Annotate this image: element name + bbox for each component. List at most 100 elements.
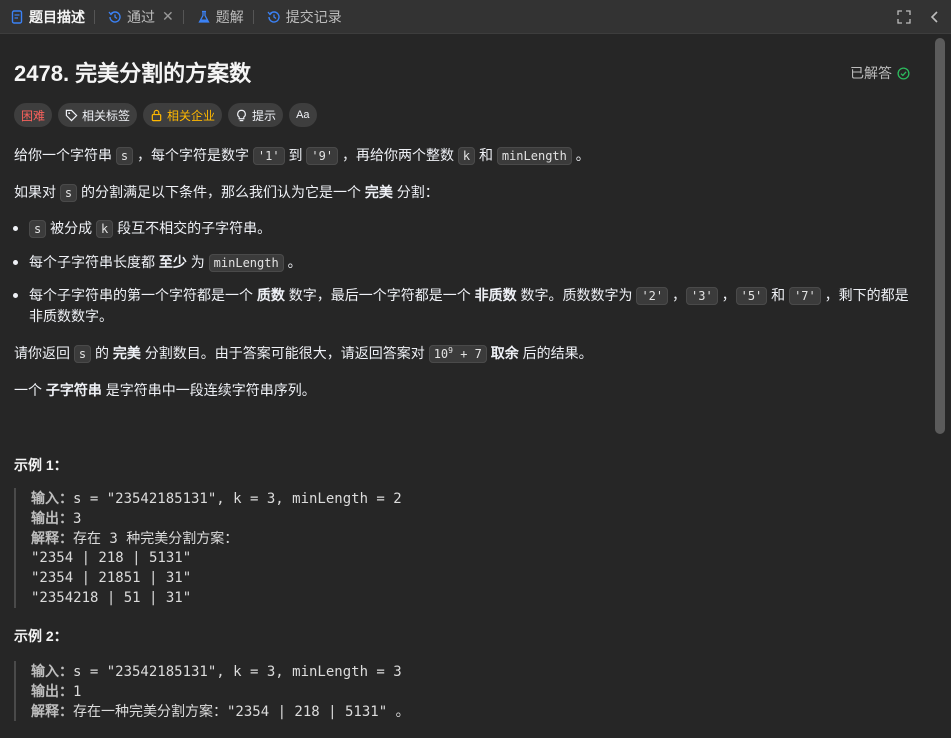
bold-text: 非质数: [474, 287, 517, 303]
inline-code: k: [457, 147, 476, 165]
inline-code: s: [29, 220, 47, 238]
related-companies-button[interactable]: 相关企业: [143, 103, 223, 127]
example-explanation: 解释：存在 3 种完美分割方案：: [31, 528, 914, 548]
condition-item: 每个子字符串的第一个字符都是一个 质数 数字，最后一个字符都是一个 非质数 数字…: [13, 285, 909, 305]
text: ，每个字符是数字: [133, 147, 253, 163]
inline-code: '3': [686, 287, 718, 305]
tab-bar: 题目描述 通过 ✕ 题解 提交记录: [0, 0, 951, 34]
problem-title: 2478. 完美分割的方案数: [14, 61, 252, 86]
value: 存在一种完美分割方案："2354 | 218 | 5131" 。: [73, 704, 410, 720]
example-line: "2354 | 21851 | 31": [31, 570, 192, 586]
description-paragraph: 如果对 s 的分割满足以下条件，那么我们认为它是一个 完美 分割：: [14, 182, 439, 202]
text: 如果对: [14, 184, 60, 200]
value: 1: [73, 684, 82, 700]
text: 段互不相交的子字符串。: [113, 220, 272, 236]
example-input: 输入：s = "23542185131", k = 3, minLength =…: [31, 661, 914, 681]
description-paragraph: 请你返回 s 的 完美 分割数目。由于答案可能很大，请返回答案对 109 + 7…: [14, 343, 593, 363]
bold-text: 质数: [256, 287, 285, 303]
tab-actions: [897, 0, 941, 34]
font-size-button[interactable]: Aa: [289, 103, 317, 127]
text: 。: [571, 147, 590, 163]
history-icon: [267, 10, 280, 23]
inline-code: '9': [306, 147, 339, 165]
inline-code: '2': [636, 287, 669, 305]
tab-description-label: 题目描述: [29, 8, 85, 25]
inline-code: s: [59, 184, 78, 202]
example-block: 输入：s = "23542185131", k = 3, minLength =…: [14, 661, 914, 721]
text: 为: [186, 254, 209, 270]
description-paragraph: 给你一个字符串 s ，每个字符是数字 '1' 到 '9' ，再给你两个整数 k …: [14, 145, 590, 165]
example-title: 示例 2：: [14, 628, 68, 644]
related-tags-label: 相关标签: [82, 108, 131, 123]
text: 的: [91, 345, 113, 361]
condition-item: s 被分成 k 段互不相交的子字符串。: [13, 218, 272, 238]
tab-submissions[interactable]: 提交记录: [257, 0, 348, 34]
fullscreen-icon[interactable]: [897, 10, 911, 24]
bullet: [13, 260, 18, 265]
text: ，剩下的都是: [820, 287, 909, 303]
text: 请你返回: [14, 345, 74, 361]
history-icon: [108, 10, 121, 23]
scrollbar-thumb[interactable]: [935, 38, 945, 434]
text: 和: [475, 147, 497, 163]
inline-code: '5': [735, 287, 768, 305]
inline-code: k: [96, 220, 114, 238]
hint-button[interactable]: 提示: [228, 103, 284, 127]
value: 存在 3 种完美分割方案：: [73, 531, 239, 547]
bold-text: 完美: [112, 345, 141, 361]
chevron-left-icon[interactable]: [929, 10, 941, 24]
tab-accepted-label: 通过: [127, 8, 155, 25]
text: 给你一个字符串: [14, 147, 116, 163]
text: 被分成: [46, 220, 97, 236]
inline-code: minLength: [208, 254, 284, 272]
text: 后的结果。: [518, 345, 593, 361]
text: 每个子字符串长度都: [29, 254, 159, 270]
tab-divider: [94, 9, 95, 24]
tab-accepted[interactable]: 通过 ✕: [98, 0, 180, 34]
value: s = "23542185131", k = 3, minLength = 2: [73, 491, 402, 507]
hint-label: 提示: [252, 108, 277, 123]
example-input: 输入：s = "23542185131", k = 3, minLength =…: [31, 488, 914, 508]
label: 输出：: [31, 510, 73, 526]
solved-status: 已解答: [850, 63, 910, 83]
close-icon[interactable]: ✕: [162, 8, 174, 25]
inline-code: s: [73, 345, 92, 363]
example-output: 输出：1: [31, 681, 914, 701]
text: 的分割满足以下条件，那么我们认为它是一个: [77, 184, 365, 200]
bullet: [13, 293, 18, 298]
tab-description[interactable]: 题目描述: [0, 0, 91, 34]
related-tags-button[interactable]: 相关标签: [58, 103, 138, 127]
solved-label: 已解答: [850, 65, 892, 81]
text: 到: [284, 147, 307, 163]
text: + 7: [452, 347, 482, 361]
related-companies-label: 相关企业: [167, 108, 216, 123]
condition-item-continuation: 非质数数字。: [29, 306, 113, 326]
lightbulb-icon: [237, 109, 246, 121]
difficulty-label: 困难: [21, 108, 46, 123]
text: 是字符串中一段连续字符串序列。: [101, 382, 316, 398]
example-line: "2354 | 218 | 5131": [31, 550, 192, 566]
flask-icon: [198, 10, 210, 23]
example-block: 输入：s = "23542185131", k = 3, minLength =…: [14, 488, 914, 608]
check-circle-icon: [897, 66, 910, 80]
inline-code: '7': [789, 287, 821, 305]
text: 10: [433, 347, 449, 361]
text: 。: [283, 254, 302, 270]
value: s = "23542185131", k = 3, minLength = 3: [73, 664, 402, 680]
example-title: 示例 1：: [14, 457, 68, 473]
inline-code: '1': [252, 147, 285, 165]
tag-icon: [65, 109, 78, 121]
tab-solutions-label: 题解: [215, 8, 244, 25]
label: 解释：: [31, 530, 73, 546]
description-paragraph: 一个 子字符串 是字符串中一段连续字符串序列。: [14, 380, 316, 400]
text: 分割：: [392, 184, 439, 200]
tab-solutions[interactable]: 题解: [187, 0, 250, 34]
text: 分割数目。由于答案可能很大，请返回答案对: [140, 345, 429, 361]
inline-code: minLength: [496, 147, 572, 165]
label: 输入：: [31, 490, 73, 506]
text: 和: [767, 287, 790, 303]
text: 每个子字符串的第一个字符都是一个: [29, 287, 257, 303]
text: 非质数数字。: [29, 308, 113, 324]
bold-text: 取余: [486, 345, 519, 361]
bullet: [13, 226, 18, 231]
